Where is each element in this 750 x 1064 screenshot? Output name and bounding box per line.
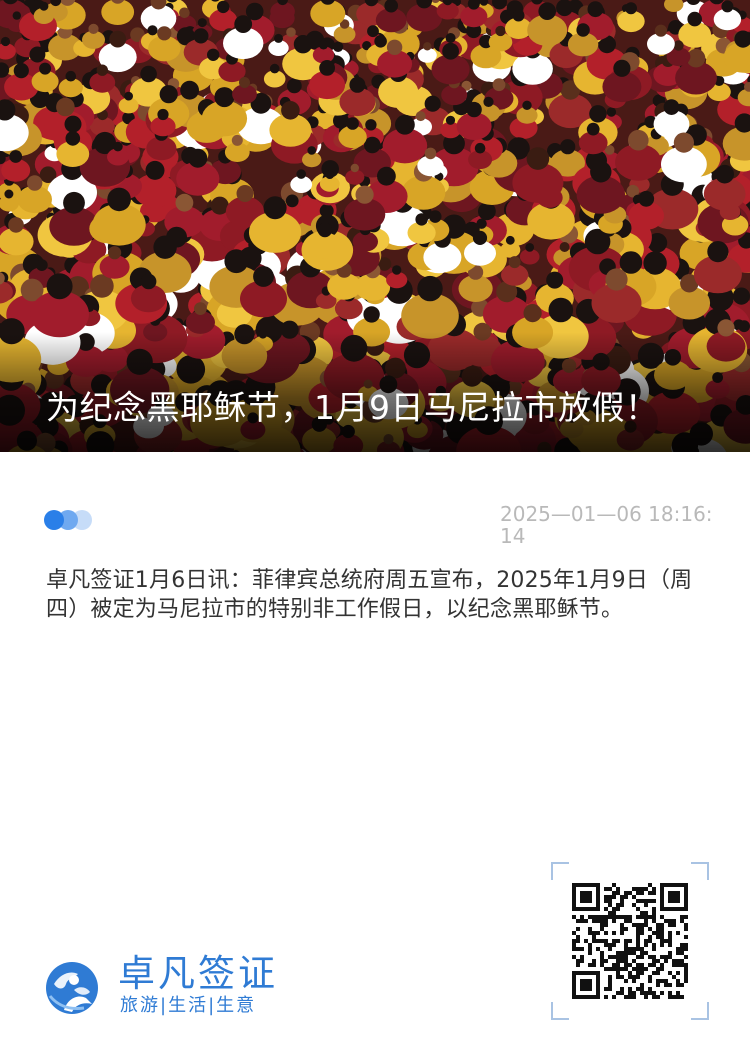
qr-corner-top-right	[691, 862, 709, 880]
qr-corner-bottom-right	[691, 1002, 709, 1020]
qr-corner-bottom-left	[551, 1002, 569, 1020]
brand-logo: 卓凡签证 旅游|生活|生意	[44, 952, 314, 1024]
article-body: 卓凡签证1月6日讯：菲律宾总统府周五宣布，2025年1月9日（周四）被定为马尼拉…	[46, 568, 693, 622]
decorative-dots-icon	[44, 510, 104, 530]
share-poster: 为纪念黑耶稣节，1月9日马尼拉市放假！ 2025—01—06 18:16:14 …	[0, 0, 750, 1064]
brand-name: 卓凡签证	[118, 952, 278, 995]
article-title: 为纪念黑耶稣节，1月9日马尼拉市放假！	[46, 388, 659, 427]
globe-person-icon	[46, 962, 98, 1014]
hero-image: 为纪念黑耶稣节，1月9日马尼拉市放假！	[0, 0, 750, 452]
qr-code-icon	[572, 883, 688, 999]
publish-datetime: 2025—01—06 18:16:14	[500, 502, 713, 548]
brand-slogan: 旅游|生活|生意	[120, 995, 257, 1016]
dot-primary	[44, 510, 64, 530]
qr-code-frame	[551, 862, 709, 1020]
qr-corner-top-left	[551, 862, 569, 880]
